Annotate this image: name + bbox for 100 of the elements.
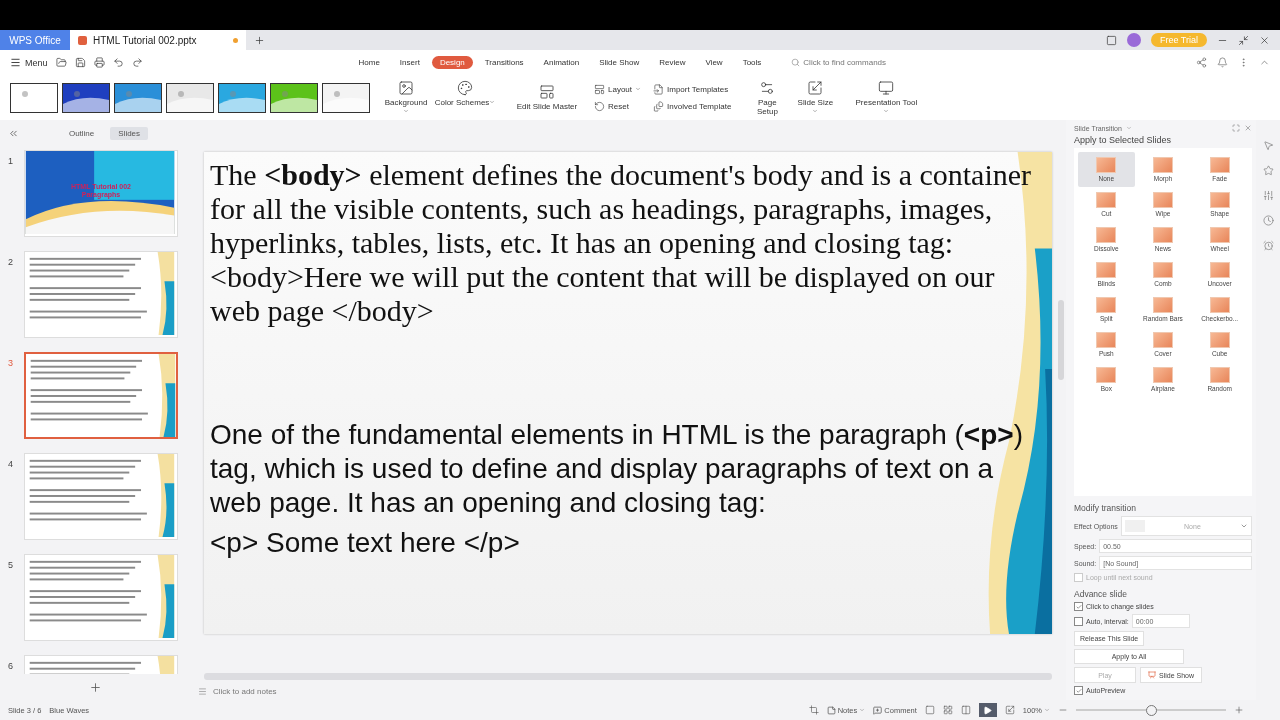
palette-icon: [457, 79, 473, 96]
search-icon: [791, 58, 801, 67]
ribbon-button[interactable]: Reset: [594, 100, 642, 112]
app-brand[interactable]: WPS Office: [0, 30, 70, 50]
menu-button[interactable]: Menu: [10, 57, 48, 68]
ribbon-tab[interactable]: Tools: [734, 56, 770, 69]
apply-label: Apply to Selected Slides: [1074, 135, 1173, 145]
transition-icon: [1209, 367, 1230, 383]
open-icon[interactable]: [55, 57, 67, 68]
slider-thumb[interactable]: [1146, 704, 1157, 716]
ribbon-button[interactable]: Presentation Tool: [851, 79, 922, 116]
print-icon[interactable]: [93, 57, 105, 68]
ribbon-button[interactable]: Layout: [594, 83, 642, 95]
ribbon-tab[interactable]: Home: [350, 56, 388, 69]
window-icon[interactable]: [1106, 34, 1117, 46]
ribbon-button[interactable]: Background: [382, 79, 430, 116]
comment-icon: [873, 705, 883, 715]
undo-icon[interactable]: [112, 57, 124, 68]
slide-size-icon: [807, 79, 824, 96]
slide-paragraph: The <body> element defines the document's body and is a container for all the visible contents, such as headings, paragraphs, images, hyperlinks, tables, lists, etc. It has an opening and closing tag:: [210, 158, 1033, 260]
page-setup-icon: [759, 79, 776, 96]
reading-view-icon[interactable]: [960, 705, 971, 715]
caret-icon[interactable]: [635, 86, 642, 92]
ribbon-tab[interactable]: Slide Show: [591, 56, 648, 69]
menu-icon: [10, 57, 21, 68]
transition-icon: [1209, 192, 1230, 208]
transition-icon: [1096, 367, 1117, 383]
transition-icon: [1209, 227, 1230, 243]
redo-icon[interactable]: [131, 57, 143, 68]
notes-placeholder[interactable]: Click to add notes: [213, 686, 277, 696]
ribbon-button[interactable]: Slide Size: [791, 79, 840, 116]
caret-icon[interactable]: [489, 98, 496, 105]
notes-icon: [826, 705, 836, 715]
transition-icon: [1153, 367, 1173, 383]
crop-icon[interactable]: [808, 705, 819, 715]
close-icon[interactable]: [1259, 34, 1270, 46]
scrollbar[interactable]: [1058, 300, 1064, 380]
ribbon-tab[interactable]: Insert: [391, 56, 428, 69]
ribbon-button[interactable]: Edit Slide Master: [512, 84, 582, 111]
cursor-icon[interactable]: [1262, 140, 1274, 151]
transition-icon: [1209, 262, 1230, 278]
normal-view-icon[interactable]: [924, 705, 935, 715]
slide-number: 3: [8, 357, 14, 368]
checkbox[interactable]: [1074, 686, 1083, 695]
panel-tab[interactable]: Slides: [110, 126, 149, 140]
ribbon-button[interactable]: Page Setup: [743, 79, 792, 116]
ribbon-button[interactable]: Import Templates: [653, 83, 732, 95]
fit-icon[interactable]: [1004, 705, 1015, 715]
transition-icon: [1096, 262, 1117, 278]
panel-tab[interactable]: Outline: [60, 126, 103, 140]
ribbon-tab[interactable]: Review: [651, 56, 694, 69]
search-field[interactable]: Click to find commands: [791, 58, 934, 67]
transition-icon: [1096, 157, 1117, 173]
caret-icon[interactable]: [883, 107, 890, 114]
transition-icon: [1153, 297, 1173, 313]
slide-thumbnail[interactable]: [24, 352, 178, 439]
checkbox[interactable]: [1074, 616, 1083, 626]
save-icon[interactable]: [74, 57, 86, 68]
notes-icon[interactable]: [198, 686, 207, 696]
dock-icon[interactable]: [1232, 124, 1240, 132]
avatar[interactable]: [1127, 33, 1141, 47]
play-icon: [983, 705, 993, 715]
transition-icon: [1153, 332, 1173, 348]
grid-view-icon[interactable]: [942, 705, 953, 715]
add-slide-icon[interactable]: [88, 680, 102, 694]
ribbon-tab[interactable]: Animation: [535, 56, 588, 69]
transition-icon: [1096, 192, 1117, 208]
star-icon[interactable]: [1262, 165, 1274, 176]
slide-paragraph: <body>Here we will put the content that will be displayed on our web page </body>: [210, 260, 996, 328]
transition-icon: [1153, 192, 1173, 208]
bell-icon[interactable]: [1217, 57, 1228, 68]
new-tab-icon[interactable]: [254, 34, 265, 46]
layout-icon: [594, 83, 605, 95]
transition-icon: [1153, 157, 1173, 173]
zoom-in-icon[interactable]: [1234, 705, 1244, 715]
close-icon[interactable]: [1244, 124, 1252, 132]
file-icon: [78, 35, 87, 45]
transition-icon: [1209, 157, 1230, 173]
slide-number: 6: [8, 660, 14, 671]
share-icon[interactable]: [1196, 57, 1207, 68]
reset-icon: [594, 100, 605, 112]
ribbon-tab[interactable]: Transitions: [476, 56, 532, 69]
ribbon-button[interactable]: Involved Template: [653, 100, 732, 112]
ribbon-tab[interactable]: View: [697, 56, 731, 69]
caret-icon[interactable]: [812, 107, 819, 114]
document-tab[interactable]: HTML Tutorial 002.pptx: [70, 30, 246, 50]
slide-paragraph: One of the fundamental elements in HTML is the paragraph (<p>) tag, which is used to define and display paragraphs of text on a web page. It has an opening and closing tag:: [210, 418, 1024, 520]
monitor-icon: [878, 79, 895, 96]
play-button[interactable]: [978, 703, 997, 717]
sliders-icon[interactable]: [1262, 190, 1274, 201]
restore-icon[interactable]: [1238, 34, 1249, 46]
transition-icon: [1209, 332, 1230, 348]
alarm-icon[interactable]: [1262, 240, 1274, 251]
checkbox[interactable]: [1074, 602, 1083, 611]
ribbon-tab[interactable]: Design: [431, 56, 473, 69]
slide-number: 2: [8, 256, 14, 267]
ribbon-button[interactable]: Color Schemes: [430, 79, 500, 116]
clock-icon[interactable]: [1262, 215, 1274, 226]
caret-icon[interactable]: [403, 107, 409, 114]
background-icon: [398, 79, 414, 96]
